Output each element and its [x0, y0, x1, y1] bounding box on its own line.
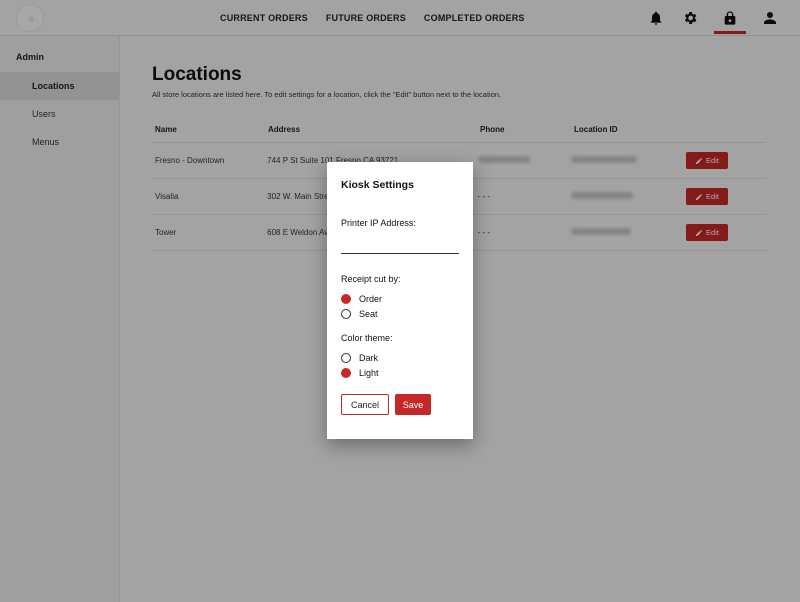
radio-receipt-seat[interactable]: Seat [341, 306, 459, 321]
radio-selected-icon [341, 367, 351, 378]
radio-label: Order [359, 293, 383, 304]
radio-receipt-order[interactable]: Order [341, 291, 459, 306]
radio-label: Light [359, 367, 379, 378]
color-theme-options: Dark Light [341, 350, 459, 380]
radio-theme-light[interactable]: Light [341, 365, 459, 380]
receipt-cut-label: Receipt cut by: [341, 274, 401, 284]
dialog-title: Kiosk Settings [341, 179, 414, 191]
radio-unselected-icon [341, 308, 351, 319]
radio-theme-dark[interactable]: Dark [341, 350, 459, 365]
color-theme-label: Color theme: [341, 333, 393, 343]
dialog-actions: Cancel Save [341, 394, 459, 415]
cancel-button[interactable]: Cancel [341, 394, 389, 415]
save-button[interactable]: Save [395, 394, 431, 415]
printer-ip-label: Printer IP Address: [341, 218, 416, 228]
kiosk-settings-dialog: Kiosk Settings Printer IP Address: Recei… [327, 162, 473, 439]
receipt-cut-options: Order Seat [341, 291, 459, 321]
radio-unselected-icon [341, 352, 351, 363]
printer-ip-input[interactable] [341, 236, 459, 254]
radio-selected-icon [341, 293, 351, 304]
radio-label: Seat [359, 308, 378, 319]
radio-label: Dark [359, 352, 379, 363]
